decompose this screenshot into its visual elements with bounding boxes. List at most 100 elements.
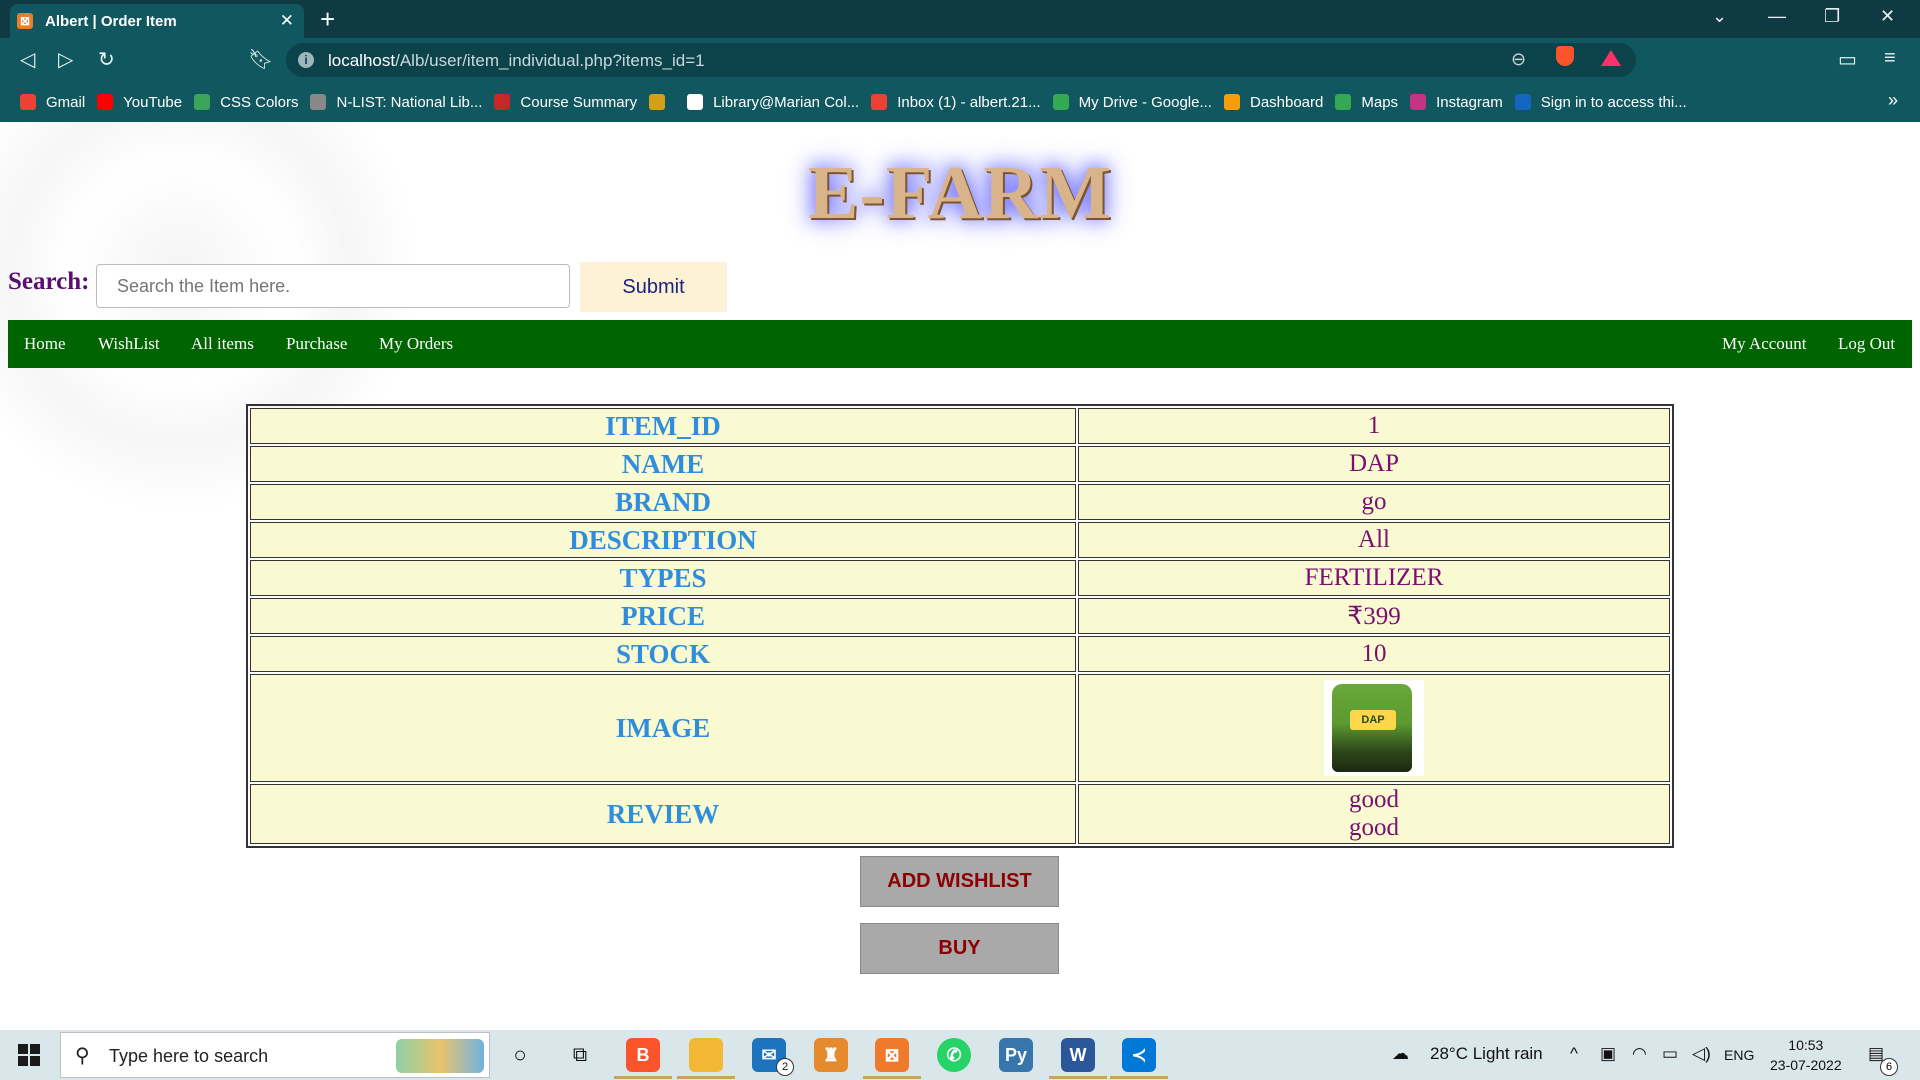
new-tab-button[interactable]: + (320, 4, 335, 35)
nav-home[interactable]: Home (24, 334, 66, 354)
zoom-icon[interactable]: ⊖ (1511, 49, 1526, 70)
field-key: TYPES (250, 560, 1076, 596)
minimize-button[interactable]: — (1768, 6, 1786, 27)
file-explorer-icon[interactable] (689, 1038, 723, 1072)
windows-start-icon[interactable] (18, 1044, 40, 1066)
bookmark-label: Inbox (1) - albert.21... (897, 93, 1041, 111)
table-row: DESCRIPTION All (250, 522, 1670, 558)
field-value: good good (1078, 784, 1670, 844)
brave-rewards-icon[interactable] (1601, 50, 1621, 66)
url-field[interactable]: i localhost/Alb/user/item_individual.php… (286, 43, 1636, 77)
volume-icon[interactable]: ◁) (1692, 1044, 1711, 1064)
bookmark-label: N-LIST: National Lib... (336, 93, 483, 111)
site-info-icon[interactable]: i (298, 52, 314, 68)
field-key: BRAND (250, 484, 1076, 520)
taskbar-search[interactable]: ⚲ Type here to search (60, 1032, 490, 1078)
nav-my-account[interactable]: My Account (1722, 334, 1807, 354)
nav-purchase[interactable]: Purchase (286, 334, 347, 354)
weather-icon[interactable]: ☁ (1392, 1044, 1409, 1064)
menu-icon[interactable]: ≡ (1884, 47, 1896, 70)
vscode-icon[interactable]: ≺ (1122, 1038, 1156, 1072)
search-icon: ⚲ (75, 1045, 90, 1067)
bookmark-item[interactable]: Maps (1335, 94, 1398, 111)
bookmark-label: Dashboard (1249, 93, 1324, 111)
xampp-icon: ⊠ (17, 13, 33, 29)
battery-icon[interactable]: ▭ (1662, 1044, 1678, 1064)
url-text: localhost/Alb/user/item_individual.php?i… (328, 51, 705, 70)
meet-icon[interactable]: ▣ (1600, 1044, 1616, 1064)
close-window-button[interactable]: ✕ (1880, 6, 1895, 27)
field-value: ₹399 (1078, 598, 1670, 634)
browser-tab[interactable]: ⊠ Albert | Order Item ✕ (10, 4, 304, 38)
bookmark-favicon-icon (871, 94, 888, 110)
field-value: DAP (1078, 674, 1670, 782)
whatsapp-icon[interactable]: ✆ (937, 1038, 971, 1072)
bookmark-item[interactable]: Dashboard (1223, 93, 1324, 111)
task-view-icon[interactable]: ⧉ (563, 1038, 597, 1072)
word-icon[interactable]: W (1061, 1038, 1095, 1072)
weather-text[interactable]: 28°C Light rain (1430, 1044, 1543, 1064)
tab-search-chevron-icon[interactable]: ⌄ (1712, 6, 1727, 27)
tab-close-button[interactable]: ✕ (280, 11, 294, 31)
bookmark-icon[interactable]: 🔖︎ (248, 47, 273, 72)
brave-browser-icon[interactable]: B (626, 1038, 660, 1072)
python-icon[interactable]: Py (999, 1038, 1033, 1072)
bookmark-item[interactable]: Library@Marian Col... (687, 94, 859, 111)
clock[interactable]: 10:53 23-07-2022 (1770, 1035, 1842, 1075)
app-icon[interactable]: ♜ (814, 1038, 848, 1072)
bookmark-label: Course Summary (520, 93, 638, 111)
bookmark-label: My Drive - Google... (1078, 93, 1212, 111)
page-content: E-FARM Search: Submit Home WishList All … (0, 122, 1920, 1030)
bookmark-label: Maps (1361, 93, 1399, 111)
bookmark-favicon-icon (20, 94, 36, 110)
xampp-icon[interactable]: ⊠ (875, 1038, 909, 1072)
bookmark-favicon-icon (494, 94, 511, 110)
forward-icon[interactable]: ▷ (58, 47, 73, 72)
bookmark-item[interactable]: Inbox (1) - albert.21... (871, 93, 1041, 111)
cortana-icon[interactable]: ○ (503, 1038, 537, 1072)
language-indicator[interactable]: ENG (1724, 1047, 1754, 1063)
nav-all-items[interactable]: All items (191, 334, 254, 354)
bookmark-item[interactable]: My Drive - Google... (1052, 93, 1212, 111)
table-row: TYPES FERTILIZER (250, 560, 1670, 596)
bookmarks-bar: Gmail YouTube CSS Colors N-LIST: National L… (0, 82, 1920, 122)
wallet-icon[interactable]: ▭ (1838, 47, 1857, 72)
bag-label: DAP (1350, 710, 1396, 730)
add-wishlist-button[interactable]: ADD WISHLIST (860, 856, 1059, 907)
network-icon[interactable]: ◠ (1632, 1044, 1647, 1064)
brave-shields-icon[interactable] (1556, 46, 1574, 66)
bookmark-favicon-icon (1052, 94, 1069, 110)
table-row: NAME DAP (250, 446, 1670, 482)
mail-badge: 2 (776, 1058, 794, 1076)
bookmark-item[interactable]: N-LIST: National Lib... (310, 94, 482, 111)
search-input[interactable] (96, 264, 570, 308)
bookmark-item[interactable]: Course Summary (494, 94, 637, 111)
product-image: DAP (1324, 680, 1424, 776)
bookmark-item[interactable]: Gmail (20, 94, 85, 111)
bookmark-item[interactable]: CSS Colors (194, 94, 298, 111)
field-key: DESCRIPTION (250, 522, 1076, 558)
reload-icon[interactable]: ↻ (98, 47, 115, 72)
tab-title: Albert | Order Item (45, 12, 177, 30)
bookmark-item[interactable]: YouTube (97, 94, 182, 111)
review-text: good (1349, 786, 1399, 813)
nav-log-out[interactable]: Log Out (1838, 334, 1895, 354)
nav-my-orders[interactable]: My Orders (379, 334, 453, 354)
active-indicator (863, 1076, 921, 1079)
nav-wishlist[interactable]: WishList (98, 334, 160, 354)
submit-button[interactable]: Submit (580, 262, 727, 312)
bookmark-favicon-icon (1514, 94, 1531, 110)
bookmark-label: CSS Colors (220, 93, 299, 111)
back-icon[interactable]: ◁ (20, 47, 35, 72)
bookmark-favicon-icon (1223, 94, 1240, 110)
buy-button[interactable]: BUY (860, 923, 1059, 974)
table-row: STOCK 10 (250, 636, 1670, 672)
bookmark-item[interactable]: Sign in to access thi... (1514, 94, 1687, 111)
bookmark-item[interactable]: Instagram (1410, 94, 1503, 111)
restore-button[interactable]: ❐ (1824, 6, 1840, 27)
bookmark-item[interactable] (649, 94, 675, 110)
bookmarks-overflow-icon[interactable]: » (1888, 90, 1898, 111)
field-key: IMAGE (250, 674, 1076, 782)
bookmark-label: Instagram (1436, 93, 1503, 111)
tray-chevron-icon[interactable]: ^ (1570, 1044, 1578, 1064)
